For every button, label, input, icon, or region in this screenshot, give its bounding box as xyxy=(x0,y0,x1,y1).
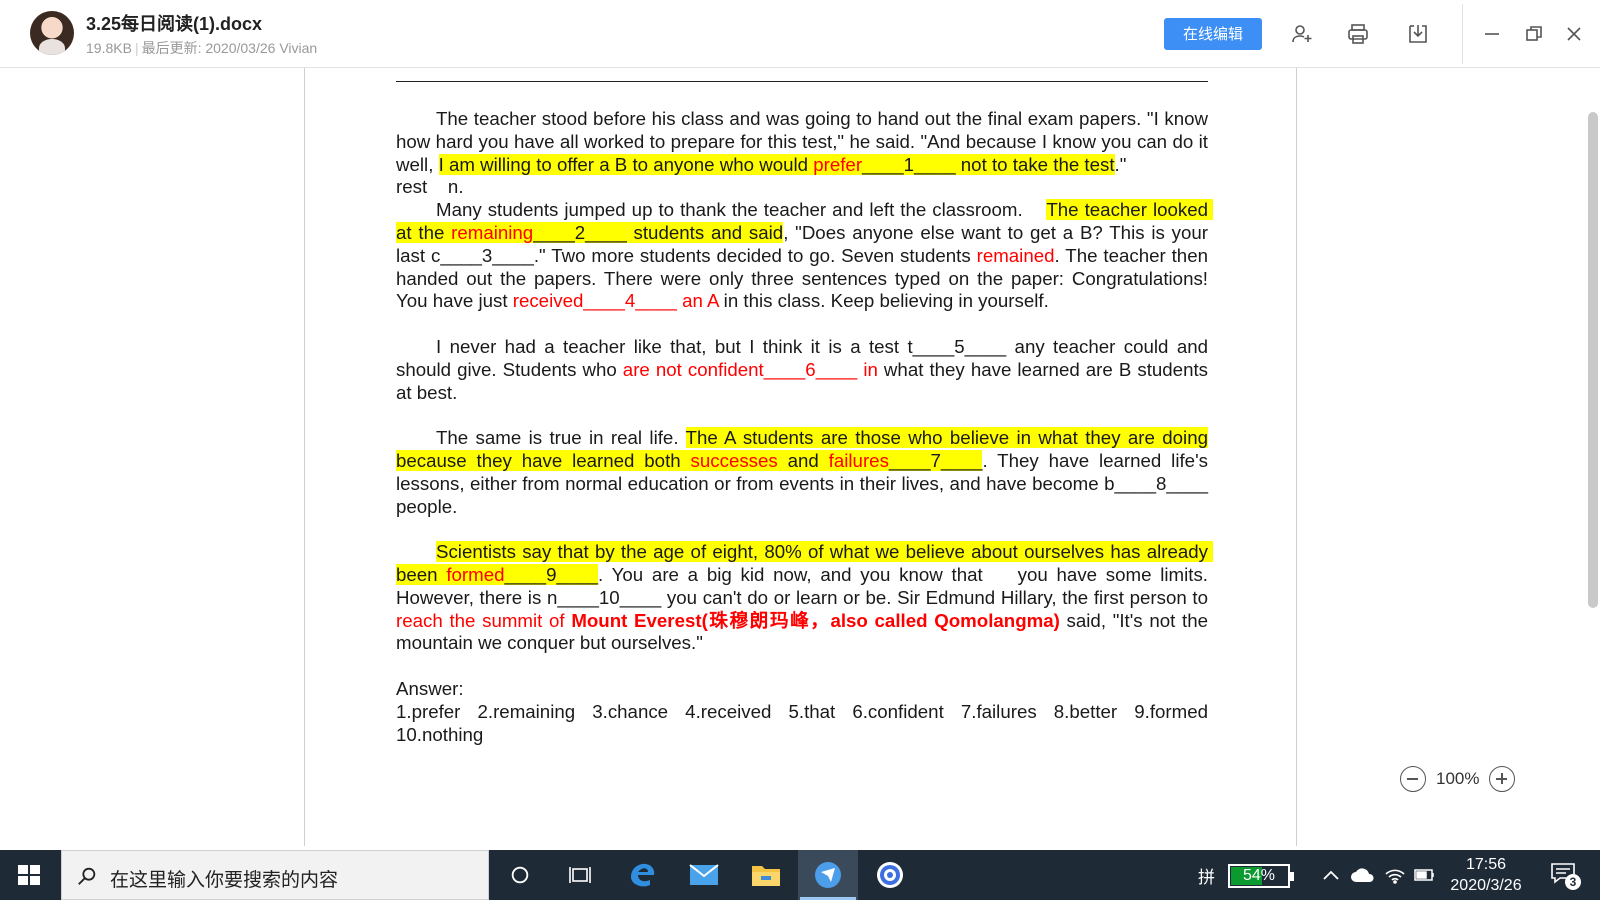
show-hidden-icons-chevron-up-icon[interactable] xyxy=(1322,850,1340,900)
red-text-run: successes xyxy=(690,449,778,471)
ime-label: 拼 xyxy=(1198,867,1215,888)
red-text-run: failures xyxy=(828,449,889,471)
text-run: The same is true in real life. xyxy=(436,427,686,449)
download-icon[interactable] xyxy=(1406,22,1430,46)
page-left-edge xyxy=(304,68,305,846)
red-text-run: prefer xyxy=(813,153,863,175)
paragraph-5: Scientists say that by the age of eight,… xyxy=(396,541,1214,655)
search-icon xyxy=(78,867,96,885)
vertical-scrollbar[interactable] xyxy=(1588,112,1598,608)
document-body: The teacher stood before his class and w… xyxy=(396,108,1214,746)
text-run: ____1____ not to take the test xyxy=(862,153,1115,175)
edit-online-button[interactable]: 在线编辑 xyxy=(1164,18,1262,50)
red-text-run: are not confident____6____ in xyxy=(622,358,878,380)
system-clock[interactable]: 17:56 2020/3/26 xyxy=(1440,854,1532,896)
text-run: Many students jumped up to thank the tea… xyxy=(436,199,1047,221)
document-viewer[interactable]: The teacher stood before his class and w… xyxy=(0,68,1600,850)
add-collaborator-icon[interactable] xyxy=(1290,22,1314,46)
notification-count-badge: 3 xyxy=(1565,874,1581,890)
vocab-note: rest n. xyxy=(396,176,464,198)
paragraph-1: The teacher stood before his class and w… xyxy=(396,108,1208,176)
zoom-out-button[interactable] xyxy=(1400,766,1426,792)
mail-icon[interactable] xyxy=(674,850,734,900)
feishu-app-icon[interactable] xyxy=(798,850,858,900)
red-text-run: formed xyxy=(446,563,505,585)
battery-percent: 54% xyxy=(1242,867,1276,884)
print-icon[interactable] xyxy=(1346,22,1370,46)
battery-indicator[interactable]: 54% xyxy=(1228,864,1294,888)
title-bar: 3.25每日阅读(1).docx 19.8KB | 最后更新: 2020/03/26… xyxy=(0,0,1600,68)
clock-time: 17:56 xyxy=(1465,856,1507,873)
file-name: 3.25每日阅读(1).docx xyxy=(86,14,263,34)
answer-list: 1.prefer 2.remaining 3.chance 4.received… xyxy=(396,700,1208,745)
red-text-run: reach the summit of xyxy=(396,609,572,631)
text-run: I am willing to offer a B to anyone who … xyxy=(438,153,814,175)
ime-indicator[interactable]: 拼 xyxy=(1198,850,1215,900)
restore-icon[interactable] xyxy=(1522,22,1546,46)
taskbar-search-box[interactable]: 在这里输入你要搜索的内容 xyxy=(61,850,489,900)
paragraph-3: I never had a teacher like that, but I t… xyxy=(396,336,1208,404)
action-center-icon[interactable]: 3 xyxy=(1550,862,1581,890)
answer-label: Answer: xyxy=(396,677,464,699)
zoom-in-button[interactable] xyxy=(1489,766,1516,792)
header-divider xyxy=(1462,4,1463,64)
file-explorer-icon[interactable] xyxy=(736,850,796,900)
zoom-control: 100% xyxy=(1400,765,1516,793)
file-meta: 19.8KB | 最后更新: 2020/03/26 Vivian xyxy=(86,38,317,58)
highlight-run: I am willing to offer a B to anyone who … xyxy=(438,153,1115,175)
meta-separator: | xyxy=(134,40,139,56)
paragraph-4: The same is true in real life. The A stu… xyxy=(396,427,1208,518)
text-run: ." xyxy=(1114,153,1127,175)
text-run: ____2____ students and said xyxy=(533,221,784,243)
red-text-run: remaining xyxy=(451,221,534,243)
windows-start-icon[interactable] xyxy=(18,865,40,885)
task-view-icon[interactable] xyxy=(550,850,610,900)
header-rule xyxy=(396,81,1208,82)
text-run: and xyxy=(777,449,829,471)
text-run: ____9____ xyxy=(504,563,599,585)
red-bold-text-run: Mount Everest(珠穆朗玛峰，also called Qomolang… xyxy=(571,609,1060,631)
edge-browser-icon[interactable] xyxy=(612,850,672,900)
battery-tray-icon[interactable] xyxy=(1414,850,1436,900)
page-right-edge xyxy=(1296,68,1297,846)
text-run: in this class. Keep believing in yoursel… xyxy=(718,290,1049,312)
taskbar: 在这里输入你要搜索的内容 拼 54% 17:56 2020/3/26 3 xyxy=(0,850,1600,900)
cortana-icon[interactable] xyxy=(490,850,550,900)
onedrive-cloud-icon[interactable] xyxy=(1350,850,1374,900)
avatar[interactable] xyxy=(30,11,74,55)
wifi-icon[interactable] xyxy=(1384,850,1406,900)
last-updated: 最后更新: 2020/03/26 Vivian xyxy=(141,40,318,56)
search-placeholder: 在这里输入你要搜索的内容 xyxy=(110,869,339,891)
minimize-icon[interactable] xyxy=(1480,22,1504,46)
text-run: ____7____ xyxy=(888,449,983,471)
red-text-run: received____4____ an A xyxy=(512,290,719,312)
paragraph-2: Many students jumped up to thank the tea… xyxy=(396,199,1214,313)
clock-date: 2020/3/26 xyxy=(1450,877,1522,894)
file-size: 19.8KB xyxy=(86,40,132,56)
dingtalk-app-icon[interactable] xyxy=(860,850,920,900)
zoom-level: 100% xyxy=(1436,769,1480,788)
close-icon[interactable] xyxy=(1562,22,1586,46)
red-text-run: remained xyxy=(976,244,1055,266)
